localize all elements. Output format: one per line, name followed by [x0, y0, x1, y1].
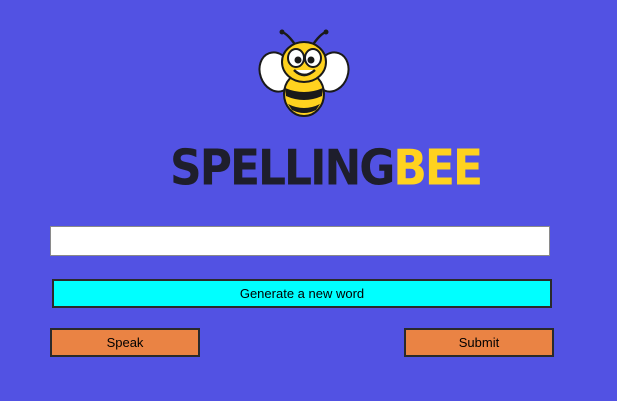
speak-button[interactable]: Speak: [50, 328, 200, 357]
bee-mascot-icon: [258, 29, 350, 117]
logo-text-bee: BEE: [393, 139, 483, 197]
generate-word-label: Generate a new word: [239, 286, 365, 301]
word-input[interactable]: [50, 226, 550, 256]
logo-text-spelling: SPELLING: [170, 139, 395, 197]
spelling-bee-app: SPELLINGBEE Generate a new word Speak Su…: [0, 0, 617, 401]
speak-label: Speak: [106, 335, 144, 350]
spelling-bee-logo: SPELLINGBEE: [170, 134, 483, 203]
submit-label: Submit: [458, 335, 500, 350]
submit-button[interactable]: Submit: [404, 328, 554, 357]
generate-word-button[interactable]: Generate a new word: [52, 279, 552, 308]
